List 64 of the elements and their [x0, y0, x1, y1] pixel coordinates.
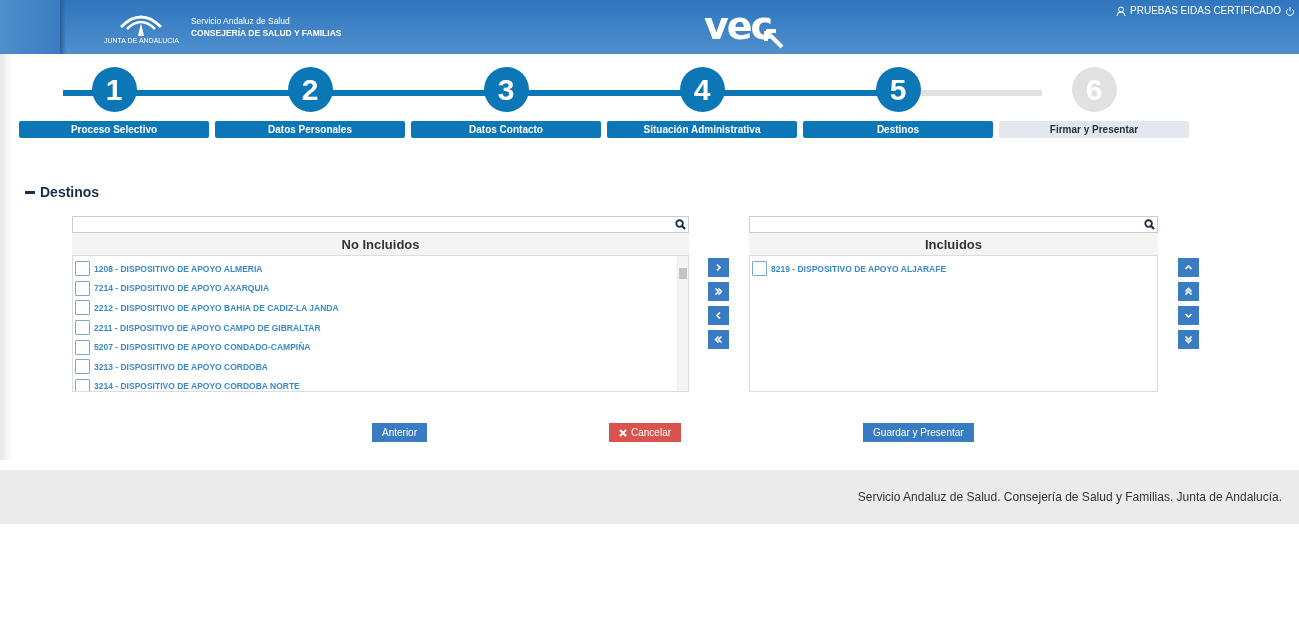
power-icon[interactable] [1285, 5, 1295, 16]
department-name: CONSEJERÍA DE SALUD Y FAMILIAS [190, 28, 342, 38]
step-number[interactable]: 3 [483, 67, 529, 112]
search-field[interactable] [749, 216, 1158, 233]
move-all-right-button[interactable] [708, 282, 729, 301]
checkbox[interactable] [75, 261, 90, 277]
move-up-button[interactable] [1178, 258, 1199, 277]
step-tab[interactable]: Proceso Selectivo [19, 121, 209, 138]
option-label[interactable]: 2212 - DISPOSITIVO DE APOYO BAHIA DE CADIZ-LA JANDA [94, 303, 339, 313]
scrollbar[interactable] [677, 256, 688, 391]
list-title: No Incluidos [72, 233, 689, 255]
move-bottom-button[interactable] [1178, 330, 1199, 349]
chevron-icon [1184, 311, 1193, 320]
user-icon [1116, 5, 1127, 16]
chevron-icon [714, 311, 723, 320]
step-number[interactable]: 5 [875, 67, 921, 112]
checkbox[interactable] [75, 359, 90, 375]
step-tab[interactable]: Datos Contacto [411, 121, 601, 138]
move-left-button[interactable] [708, 306, 729, 325]
chevron-icon [1184, 263, 1193, 272]
org-name: Servicio Andaluz de Salud [190, 16, 291, 26]
option-label[interactable]: 8219 - DISPOSITIVO DE APOYO ALJARAFE [771, 263, 947, 274]
move-right-button[interactable] [708, 258, 729, 277]
footer-text: Servicio Andaluz de Salud. Consejería de Salud y Familias. Junta de Andalucía. [857, 490, 1282, 504]
step-tab[interactable]: Datos Personales [215, 121, 405, 138]
chevron-icon [1184, 335, 1193, 344]
checkbox[interactable] [75, 378, 90, 391]
double-chevron-icon [714, 287, 723, 296]
submit-button[interactable]: Guardar y Presentar [863, 423, 974, 442]
collapse-icon[interactable] [25, 190, 35, 194]
checkbox[interactable] [752, 261, 767, 277]
header-side-panel [0, 0, 66, 54]
checkbox[interactable] [75, 320, 90, 336]
option-label[interactable]: 3214 - DISPOSITIVO DE APOYO CORDOBA NORTE [94, 381, 300, 391]
double-chevron-icon [1184, 287, 1193, 296]
step-number[interactable]: 2 [287, 67, 333, 112]
checkbox[interactable] [75, 280, 90, 296]
close-icon [619, 428, 627, 437]
search-field[interactable] [72, 216, 689, 233]
move-all-left-button[interactable] [708, 330, 729, 349]
checkbox[interactable] [75, 339, 90, 355]
back-button[interactable]: Anterior [372, 423, 427, 442]
app-logo: vec [704, 8, 772, 44]
step-number[interactable]: 4 [679, 67, 725, 112]
move-top-button[interactable] [1178, 282, 1199, 301]
option-label[interactable]: 2211 - DISPOSITIVO DE APOYO CAMPO DE GIBRALTAR [94, 322, 321, 333]
option-label[interactable]: 1208 - DISPOSITIVO DE APOYO ALMERIA [94, 263, 263, 274]
step-tab[interactable]: Destinos [803, 121, 993, 138]
section-title: Destinos [40, 184, 100, 200]
chevron-icon [714, 263, 723, 272]
user-name[interactable]: PRUEBAS EIDAS CERTIFICADO [1130, 5, 1281, 16]
search-icon [675, 219, 686, 230]
option-label[interactable]: 3213 - DISPOSITIVO DE APOYO CORDOBA [94, 361, 268, 372]
move-down-button[interactable] [1178, 306, 1199, 325]
checkbox[interactable] [75, 300, 90, 316]
chevron-icon [714, 335, 723, 344]
option-label[interactable]: 5207 - DISPOSITIVO DE APOYO CONDADO-CAMPIÑA [94, 342, 311, 353]
step-tab[interactable]: Firmar y Presentar [999, 121, 1189, 138]
step-number[interactable]: 1 [91, 67, 137, 112]
search-icon [1144, 219, 1155, 230]
list-title: Incluidos [749, 233, 1158, 255]
option-label[interactable]: 7214 - DISPOSITIVO DE APOYO AXARQUIA [94, 283, 270, 294]
cancel-button[interactable]: Cancelar [609, 423, 682, 442]
step-tab[interactable]: Situación Administrativa [607, 121, 797, 138]
